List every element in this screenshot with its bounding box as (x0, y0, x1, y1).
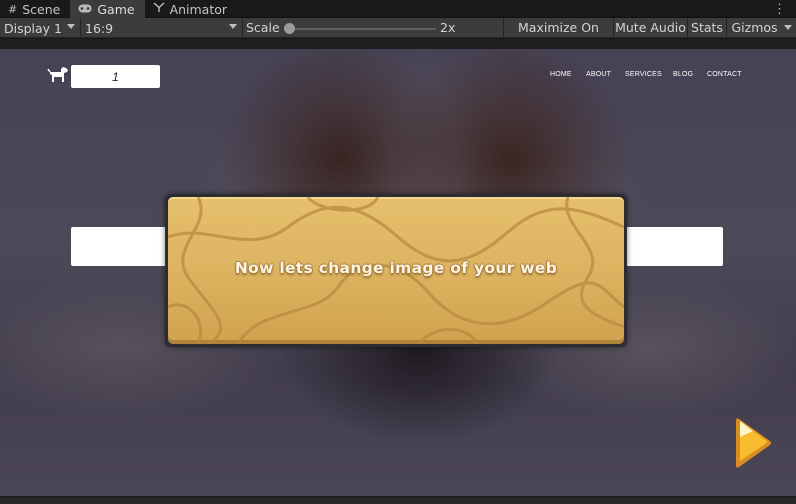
tab-scene-label: Scene (22, 1, 61, 17)
next-arrow-button[interactable] (735, 417, 773, 474)
chevron-down-icon (784, 25, 792, 30)
stats-button[interactable]: Stats (687, 18, 726, 38)
scale-label: Scale (246, 20, 280, 35)
game-view: 1 HOME ABOUT SERVICES BLOG CONTACT Now l… (0, 39, 796, 498)
dog-logo-icon (47, 63, 69, 90)
web-text-input[interactable]: 1 (71, 65, 160, 88)
maximize-on-play-button[interactable]: Maximize On Play (503, 18, 613, 55)
nav-link-about[interactable]: ABOUT (586, 71, 611, 78)
tab-game[interactable]: Game (70, 0, 145, 18)
grid-icon: # (8, 2, 18, 16)
scale-value: 2x (440, 20, 456, 35)
tab-scene[interactable]: # Scene (0, 0, 70, 18)
hero-bar-right (620, 227, 723, 266)
bottom-strip (0, 498, 796, 504)
aspect-dropdown-label: 16:9 (85, 20, 114, 36)
nav-link-blog[interactable]: BLOG (673, 71, 693, 78)
scale-slider-handle[interactable] (284, 23, 295, 34)
nav-link-home[interactable]: HOME (550, 71, 572, 78)
hero-bar-left (71, 227, 171, 266)
game-toolbar: Display 1 16:9 Scale 2x Maximize On Play… (0, 18, 796, 55)
gizmos-label: Gizmos (731, 20, 778, 35)
more-options-icon[interactable]: ⋮ (773, 1, 786, 16)
aspect-dropdown[interactable]: 16:9 (81, 18, 241, 38)
editor-tab-bar: # Scene Game Animator ⋮ (0, 0, 796, 18)
display-dropdown[interactable]: Display 1 (0, 18, 79, 38)
gamepad-icon (78, 3, 92, 16)
dialog-panel: Now lets change image of your web (168, 197, 624, 344)
play-arrow-icon (735, 418, 773, 473)
game-frame[interactable]: 1 HOME ABOUT SERVICES BLOG CONTACT Now l… (0, 49, 796, 496)
nav-link-services[interactable]: SERVICES (625, 71, 662, 78)
scale-slider-track[interactable] (290, 28, 436, 30)
tab-game-label: Game (97, 1, 135, 17)
animator-icon (153, 2, 165, 16)
chevron-down-icon (67, 24, 75, 29)
dialog-message: Now lets change image of your web (234, 259, 558, 277)
mute-audio-button[interactable]: Mute Audio (613, 18, 687, 38)
nav-link-contact[interactable]: CONTACT (707, 71, 742, 78)
tab-animator-label: Animator (169, 1, 228, 17)
tutorial-dialog: Now lets change image of your web (165, 194, 627, 347)
chevron-down-icon (229, 24, 237, 29)
tab-animator[interactable]: Animator (145, 0, 237, 18)
divider (242, 18, 243, 38)
display-dropdown-label: Display 1 (4, 20, 63, 36)
gizmos-dropdown[interactable]: Gizmos (726, 18, 796, 38)
